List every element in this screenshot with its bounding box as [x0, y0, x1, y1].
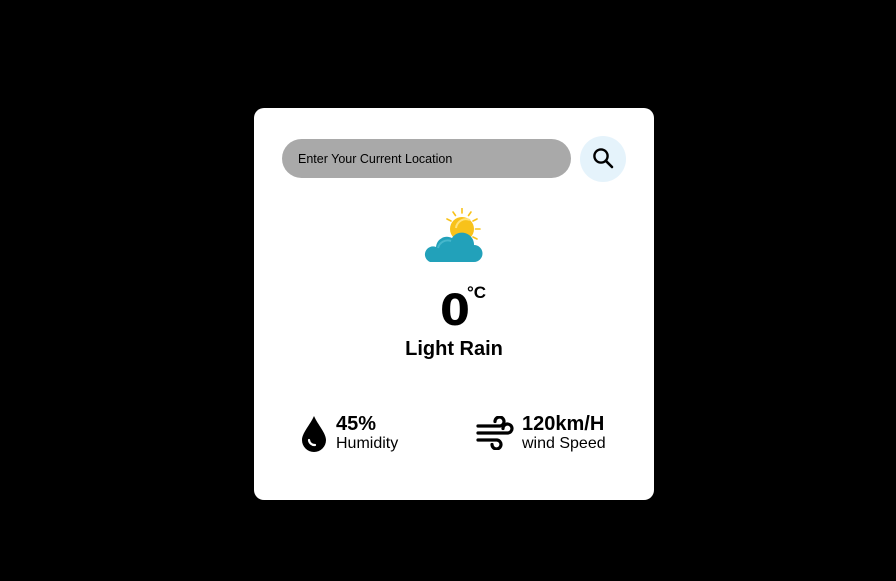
search-bar [282, 136, 626, 182]
wind-speed-text: 120km/H wind Speed [522, 414, 606, 452]
search-icon [591, 146, 615, 173]
weather-condition: Light Rain [405, 338, 503, 360]
humidity-value: 45% [336, 413, 377, 435]
partly-cloudy-sun-icon [422, 207, 486, 266]
wind-speed-stat: 120km/H wind Speed [476, 410, 606, 456]
temperature-display: 0 °C [254, 283, 654, 336]
wind-speed-label: wind Speed [522, 435, 606, 452]
water-drop-icon [300, 414, 328, 452]
humidity-label: Humidity [336, 435, 399, 452]
wind-icon [476, 416, 514, 450]
temperature-value: 0 [440, 286, 470, 336]
humidity-text: 45% Humidity [336, 414, 398, 452]
wind-speed-value: 120km/H [522, 413, 605, 435]
location-search-input[interactable] [282, 139, 571, 178]
humidity-stat: 45% Humidity [300, 410, 398, 456]
temperature-unit: °C [467, 283, 487, 302]
search-button[interactable] [580, 136, 626, 182]
weather-card: 0 °C Light Rain 45% Humidity 120km/H win… [254, 108, 654, 500]
